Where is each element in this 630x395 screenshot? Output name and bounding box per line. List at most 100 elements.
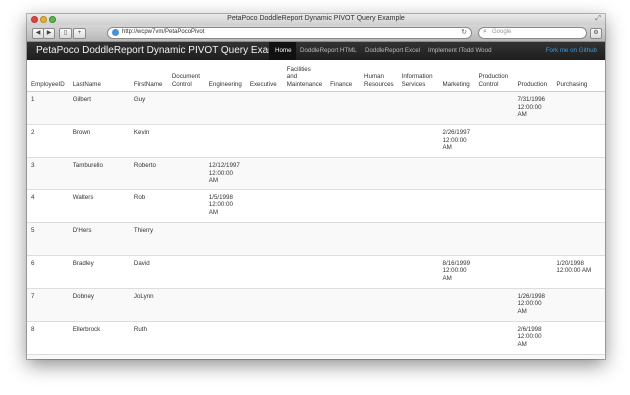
pivot-table: EmployeeID LastName FirstName Document Cont… [27, 60, 605, 359]
table-cell [513, 353, 553, 359]
table-cell [326, 353, 361, 359]
table-row[interactable]: 3 Tamburello Roberto 12/12/1997 12:00:00 AM [27, 157, 605, 190]
table-cell: Dobney [68, 287, 130, 322]
table-cell [360, 188, 398, 223]
table-cell [245, 254, 283, 289]
table-cell [397, 287, 439, 322]
table-cell [167, 353, 205, 359]
column-header: Executive [245, 60, 283, 92]
table-cell [245, 124, 283, 158]
table-cell [397, 221, 439, 256]
table-cell [167, 91, 205, 125]
table-cell [438, 91, 475, 125]
reload-icon[interactable]: ↻ [461, 28, 467, 36]
url-text: http://wcpw7vm/PetaPocoPivot [122, 29, 205, 35]
nav-home[interactable]: Home [275, 47, 292, 54]
table-cell [397, 188, 439, 223]
table-cell [282, 91, 327, 125]
table-cell: Walters [68, 188, 130, 223]
table-cell [438, 320, 475, 355]
table-cell: Brown [68, 124, 130, 158]
table-cell: 12/12/1997 12:00:00 AM [204, 157, 246, 190]
table-cell [245, 188, 283, 223]
table-cell [245, 320, 283, 355]
table-row[interactable]: 9EricksonGail 2/6/1998 12:00:00 AM [27, 353, 605, 359]
window-title: PetaPoco DoddleReport Dynamic PIVOT Quer… [227, 15, 405, 22]
search-placeholder: Google [492, 29, 512, 35]
table-cell: 8/16/1999 12:00:00 AM [438, 254, 475, 289]
table-cell: Rob [129, 188, 168, 223]
table-cell [204, 91, 246, 125]
table-cell [474, 254, 514, 289]
column-header: Information Services [397, 60, 439, 92]
table-cell: 3 [27, 157, 69, 190]
table-cell: 2/6/1998 12:00:00 AM [204, 353, 246, 359]
table-cell [552, 353, 605, 359]
search-field[interactable]: ⌕ Google [478, 27, 587, 39]
table-cell: 7 [27, 287, 69, 322]
column-header: EmployeeID [27, 60, 69, 92]
table-row[interactable]: 8 Ellerbrock Ruth 2/6/1998 12:00:00 AM [27, 320, 605, 355]
table-cell: 1/26/1998 12:00:00 AM [513, 287, 553, 322]
table-cell: 6 [27, 254, 69, 289]
table-cell [513, 254, 553, 289]
table-cell [282, 287, 327, 322]
nav-doddlereport-html[interactable]: DoddleReport HTML [300, 47, 357, 54]
magnifier-icon: ⌕ [483, 28, 487, 35]
settings-button[interactable]: ⚙ [590, 28, 602, 39]
column-header: LastName [68, 60, 130, 92]
table-cell: 2 [27, 124, 69, 158]
nav-doddlereport-excel[interactable]: DoddleReport Excel [365, 47, 420, 54]
fork-github-link[interactable]: Fork me on Github [546, 47, 597, 54]
table-cell [360, 157, 398, 190]
forward-button[interactable]: ▶ [43, 28, 55, 39]
column-header: Human Resources [360, 60, 398, 92]
table-cell [245, 221, 283, 256]
table-cell [552, 221, 605, 256]
table-cell [438, 221, 475, 256]
table-cell [360, 91, 398, 125]
table-cell [474, 287, 514, 322]
address-bar[interactable]: http://wcpw7vm/PetaPocoPivot ↻ [107, 27, 472, 39]
table-row[interactable]: 2 Brown Kevin 2/26/1997 12:00:00 AM [27, 124, 605, 158]
table-cell [282, 353, 327, 359]
table-cell: 2/6/1998 12:00:00 AM [513, 320, 553, 355]
table-cell [513, 188, 553, 223]
nav-implement-itoddwood[interactable]: Implement ITodd Wood [428, 47, 492, 54]
table-row[interactable]: 6 Bradley David 8/16/1999 12:00:00 AM 1/20/1… [27, 254, 605, 289]
table-cell [204, 287, 246, 322]
table-cell [397, 157, 439, 190]
bookmarks-button[interactable]: ▯ [59, 28, 72, 39]
table-cell [360, 124, 398, 158]
table-cell [552, 91, 605, 125]
site-brand[interactable]: PetaPoco DoddleReport Dynamic PIVOT Quer… [36, 45, 290, 56]
table-cell: Ruth [129, 320, 168, 355]
column-header: Document Control [167, 60, 205, 92]
site-navbar: PetaPoco DoddleReport Dynamic PIVOT Quer… [27, 42, 605, 60]
table-cell: 1 [27, 91, 69, 125]
table-cell [513, 124, 553, 158]
table-cell: 8 [27, 320, 69, 355]
table-cell [513, 157, 553, 190]
table-cell [397, 353, 439, 359]
table-row[interactable]: 7 Dobney JoLynn 1/26/1998 12:00:00 AM [27, 287, 605, 322]
table-body: 1 Gilbert Guy 7/31/1996 12:00:00 AM 2 Brown Ke… [27, 91, 605, 359]
table-cell [204, 124, 246, 158]
table-cell [474, 353, 514, 359]
table-cell: Thierry [129, 221, 168, 256]
table-cell: Bradley [68, 254, 130, 289]
fullscreen-icon[interactable]: ⤢ [595, 15, 601, 23]
table-cell [282, 124, 327, 158]
table-row[interactable]: 5 D'Hers Thierry [27, 221, 605, 256]
table-cell: 5 [27, 221, 69, 256]
table-cell [282, 221, 327, 256]
table-cell: Gail [129, 353, 168, 359]
table-row[interactable]: 1 Gilbert Guy 7/31/1996 12:00:00 AM [27, 91, 605, 125]
table-cell [360, 287, 398, 322]
column-header: Production Control [474, 60, 514, 92]
globe-icon [112, 29, 119, 36]
table-cell [282, 188, 327, 223]
table-row[interactable]: 4 Walters Rob 1/5/1998 12:00:00 AM [27, 188, 605, 223]
add-bookmark-button[interactable]: + [73, 28, 86, 39]
table-cell [167, 320, 205, 355]
